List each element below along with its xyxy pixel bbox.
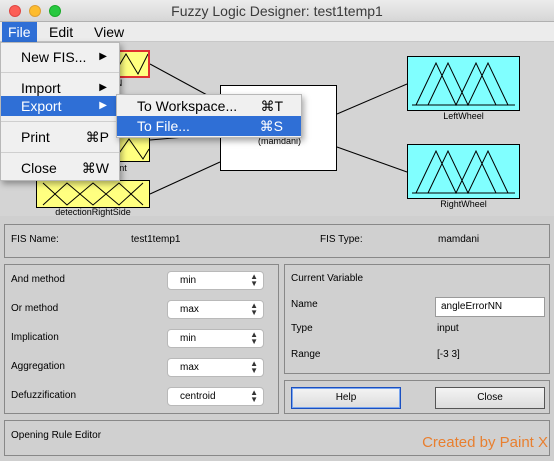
output-label-rightwheel: RightWheel: [440, 199, 487, 209]
menu-item-to-workspace-shortcut: ⌘T: [260, 98, 283, 114]
menu-edit[interactable]: Edit: [43, 22, 79, 42]
watermark-text: Created by Paint X: [422, 434, 548, 451]
menu-separator: [1, 72, 119, 73]
stepper-arrows-icon: ▲ ▼: [250, 330, 258, 346]
menu-view[interactable]: View: [88, 22, 130, 42]
stepper-arrows-icon: ▲ ▼: [250, 388, 258, 404]
or-method-select[interactable]: max ▲ ▼: [167, 300, 264, 319]
and-method-select[interactable]: min ▲ ▼: [167, 271, 264, 290]
submenu-arrow-icon: ▶: [99, 82, 107, 93]
input-label-detectionrightside: detectionRightSide: [55, 207, 131, 217]
menu-item-export-label: Export: [21, 98, 62, 114]
menu-separator: [1, 121, 119, 122]
file-menu-dropdown: New FIS... ▶ Import ▶ Export ▶ Print ⌘P …: [0, 42, 120, 181]
fis-name-label: FIS Name:: [11, 234, 59, 245]
menu-separator: [1, 152, 119, 153]
title-bar: Fuzzy Logic Designer: test1temp1: [0, 0, 554, 22]
variable-range-label: Range: [291, 349, 321, 360]
menu-item-print-shortcut: ⌘P: [85, 129, 109, 145]
implication-value: min: [180, 333, 197, 344]
membership-functions-icon: [42, 182, 144, 206]
menu-item-to-file-label: To File...: [137, 118, 190, 134]
menu-item-close-label: Close: [21, 160, 57, 176]
fis-name-value: test1temp1: [131, 234, 181, 245]
defuzzification-value: centroid: [180, 391, 216, 402]
methods-panel: And method min ▲ ▼ Or method max ▲ ▼ Impli…: [4, 264, 279, 414]
aggregation-value: max: [180, 362, 199, 373]
close-button[interactable]: Close: [435, 387, 545, 409]
variable-name-field[interactable]: angleErrorNN: [435, 297, 545, 317]
menu-item-close[interactable]: Close ⌘W: [1, 158, 119, 178]
or-method-label: Or method: [11, 303, 59, 314]
menu-file[interactable]: File: [2, 22, 37, 42]
variable-type-label: Type: [291, 323, 313, 334]
defuzzification-label: Defuzzification: [11, 390, 77, 401]
input-mf-detectionrightside[interactable]: [36, 180, 150, 208]
fis-type-value: mamdani: [438, 234, 480, 245]
menu-item-import[interactable]: Import ▶: [1, 78, 119, 98]
stepper-arrows-icon: ▲ ▼: [250, 359, 258, 375]
buttons-panel: Help Close: [284, 380, 550, 414]
aggregation-label: Aggregation: [11, 361, 65, 372]
output-label-leftwheel: LeftWheel: [443, 111, 484, 121]
and-method-value: min: [180, 275, 197, 286]
window-title: Fuzzy Logic Designer: test1temp1: [171, 3, 383, 19]
menu-item-new-fis-label: New FIS...: [21, 49, 87, 65]
menu-bar: File Edit View: [0, 22, 554, 42]
export-submenu: To Workspace... ⌘T To File... ⌘S: [116, 94, 302, 138]
defuzzification-select[interactable]: centroid ▲ ▼: [167, 387, 264, 406]
output-mf-leftwheel[interactable]: [407, 56, 520, 111]
menu-item-to-file-shortcut: ⌘S: [259, 118, 283, 134]
help-button[interactable]: Help: [291, 387, 401, 409]
status-text: Opening Rule Editor: [11, 430, 102, 441]
current-variable-title: Current Variable: [291, 273, 364, 284]
submenu-arrow-icon: ▶: [99, 51, 107, 62]
stepper-arrows-icon: ▲ ▼: [250, 272, 258, 288]
implication-select[interactable]: min ▲ ▼: [167, 329, 264, 348]
implication-label: Implication: [11, 332, 59, 343]
submenu-arrow-icon: ▶: [99, 100, 107, 111]
menu-item-to-workspace-label: To Workspace...: [137, 98, 238, 114]
current-variable-panel: Current Variable Name angleErrorNN Type …: [284, 264, 550, 374]
fis-info-panel: FIS Name: test1temp1 FIS Type: mamdani: [4, 224, 550, 258]
aggregation-select[interactable]: max ▲ ▼: [167, 358, 264, 377]
membership-functions-icon: [412, 149, 515, 195]
membership-functions-icon: [412, 61, 515, 107]
stepper-arrows-icon: ▲ ▼: [250, 301, 258, 317]
menu-item-to-workspace[interactable]: To Workspace... ⌘T: [117, 96, 301, 116]
menu-item-print-label: Print: [21, 129, 50, 145]
menu-item-close-shortcut: ⌘W: [81, 160, 109, 176]
menu-item-to-file[interactable]: To File... ⌘S: [117, 116, 301, 136]
menu-item-new-fis[interactable]: New FIS... ▶: [1, 47, 119, 67]
or-method-value: max: [180, 304, 199, 315]
menu-item-export[interactable]: Export ▶: [1, 96, 119, 116]
variable-name-label: Name: [291, 299, 318, 310]
and-method-label: And method: [11, 274, 65, 285]
output-mf-rightwheel[interactable]: [407, 144, 520, 199]
variable-type-value: input: [437, 323, 459, 334]
variable-range-value: [-3 3]: [437, 349, 460, 360]
fis-type-label: FIS Type:: [320, 234, 363, 245]
menu-item-import-label: Import: [21, 80, 61, 96]
menu-item-print[interactable]: Print ⌘P: [1, 127, 119, 147]
